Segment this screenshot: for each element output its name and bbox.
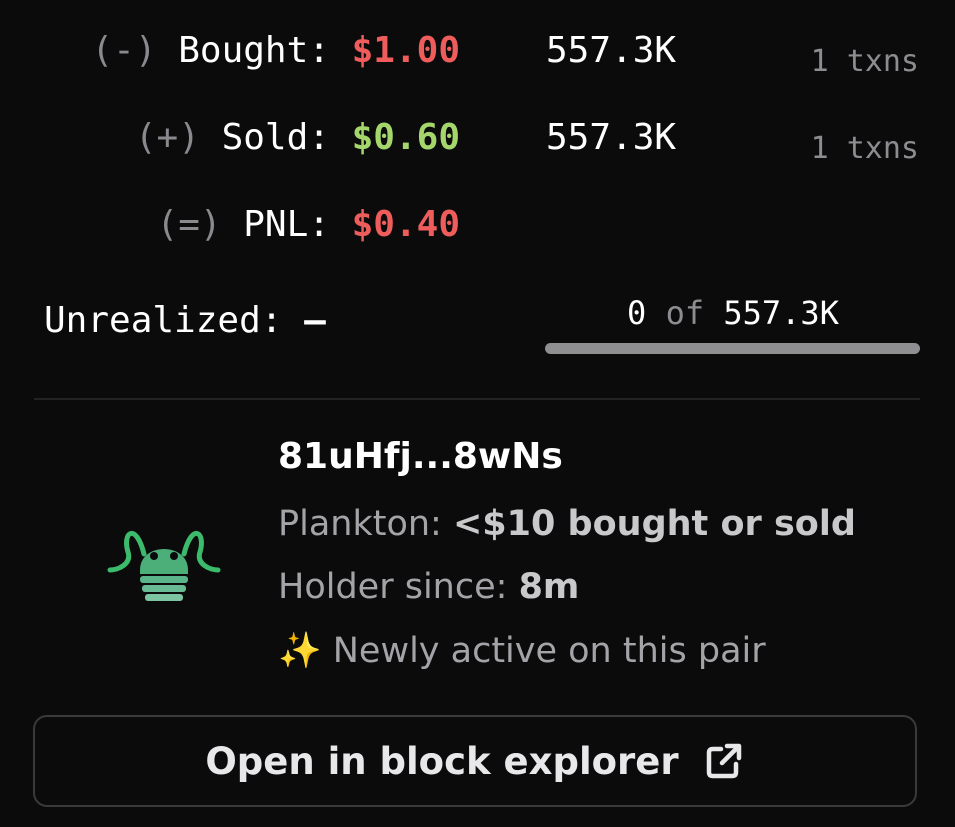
explorer-button-label: Open in block explorer: [205, 739, 679, 783]
of-label: of: [665, 294, 705, 332]
holder-label: Holder since:: [278, 567, 508, 607]
sold-quantity: 557.3K: [546, 117, 677, 158]
tier-line: Plankton: <$10 bought or sold: [278, 504, 856, 544]
unrealized-row: Unrealized: –: [44, 300, 326, 341]
pnl-label-group: (=) PNL: $0.40: [157, 204, 460, 245]
sold-txns: 1 txns: [810, 131, 919, 166]
unrealized-value: –: [304, 300, 326, 341]
open-block-explorer-button[interactable]: Open in block explorer: [33, 715, 917, 807]
plankton-icon: [106, 512, 222, 602]
unrealized-label: Unrealized:: [44, 300, 283, 341]
tier-label: Plankton:: [278, 504, 442, 544]
pnl-row: (=) PNL: $0.40: [0, 204, 955, 264]
holder-value: 8m: [518, 567, 580, 607]
bought-txns: 1 txns: [810, 44, 919, 79]
sold-row: (+) Sold: $0.60 557.3K 1 txns: [0, 117, 955, 177]
held-amount: 0: [627, 294, 647, 332]
bought-amount: $1.00: [351, 30, 460, 71]
tier-value: <$10 bought or sold: [452, 504, 856, 544]
total-amount: 557.3K: [723, 294, 839, 332]
sold-sign: (+): [134, 117, 200, 158]
holder-line: Holder since: 8m: [278, 567, 579, 607]
bought-label: Bought:: [178, 30, 330, 71]
badge-text: Newly active on this pair: [332, 631, 766, 671]
bought-quantity: 557.3K: [546, 30, 677, 71]
sold-amount: $0.60: [351, 117, 460, 158]
badge-line: ✨ Newly active on this pair: [278, 630, 766, 671]
bought-row: (-) Bought: $1.00 557.3K 1 txns: [0, 30, 955, 90]
pnl-amount: $0.40: [351, 204, 460, 245]
holding-progress-bar: [545, 343, 920, 354]
wallet-address[interactable]: 81uHfj...8wNs: [278, 436, 563, 477]
sold-label: Sold:: [221, 117, 330, 158]
section-divider: [34, 398, 920, 400]
holding-progress-text: 0 of 557.3K: [546, 294, 920, 332]
external-link-icon: [703, 740, 745, 782]
pnl-label: PNL:: [243, 204, 330, 245]
bought-label-group: (-) Bought: $1.00: [92, 30, 461, 71]
bought-sign: (-): [91, 30, 157, 71]
pnl-sign: (=): [156, 204, 222, 245]
sparkles-icon: ✨: [278, 631, 322, 671]
sold-label-group: (+) Sold: $0.60: [135, 117, 460, 158]
